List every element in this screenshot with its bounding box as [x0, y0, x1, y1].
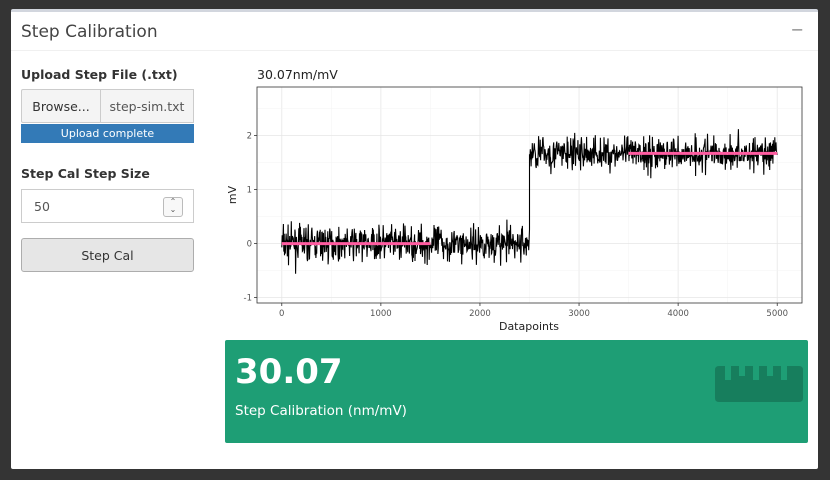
step-size-label: Step Cal Step Size: [21, 166, 150, 181]
step-plot: 0 1000 2000 3000 4000 5000 -1 0 1 2 mV Datapoints: [226, 86, 803, 333]
box-title: Step Calibration: [21, 22, 158, 42]
browse-button[interactable]: Browse...: [21, 89, 100, 123]
box-header: Step Calibration −: [11, 12, 818, 51]
step-size-input[interactable]: 50 ⌃ ⌄: [21, 189, 194, 223]
y-tick-label: 2: [247, 132, 252, 142]
x-tick-label: 2000: [469, 309, 491, 319]
y-tick-label: 1: [247, 186, 252, 196]
value-box: 30.07 Step Calibration (nm/mV): [225, 340, 808, 443]
file-name-field[interactable]: step-sim.txt: [100, 89, 194, 123]
ruler-icon: [715, 366, 803, 402]
x-tick-label: 3000: [568, 309, 590, 319]
y-tick-label: 0: [247, 240, 252, 250]
y-axis-label: mV: [226, 185, 239, 204]
x-tick-label: 1000: [370, 309, 392, 319]
value-box-value: 30.07: [235, 352, 343, 392]
step-size-value: 50: [34, 198, 50, 214]
x-tick-label: 5000: [766, 309, 788, 319]
y-tick-label: -1: [244, 294, 252, 304]
value-box-subtitle: Step Calibration (nm/mV): [235, 403, 407, 419]
plot-title: 30.07nm/mV: [257, 67, 338, 82]
step-cal-button[interactable]: Step Cal: [21, 238, 194, 272]
spinner-icon[interactable]: ⌃ ⌄: [163, 197, 183, 217]
collapse-icon[interactable]: −: [791, 20, 804, 39]
file-input-group[interactable]: Browse... step-sim.txt: [21, 89, 194, 123]
x-tick-label: 4000: [667, 309, 689, 319]
upload-label: Upload Step File (.txt): [21, 67, 178, 82]
step-calibration-box: Step Calibration − Upload Step File (.tx…: [11, 9, 818, 469]
upload-progress-bar: Upload complete: [21, 124, 194, 143]
upload-progress-fill: Upload complete: [21, 124, 194, 143]
x-axis-label: Datapoints: [499, 320, 559, 333]
x-tick-label: 0: [279, 309, 284, 319]
